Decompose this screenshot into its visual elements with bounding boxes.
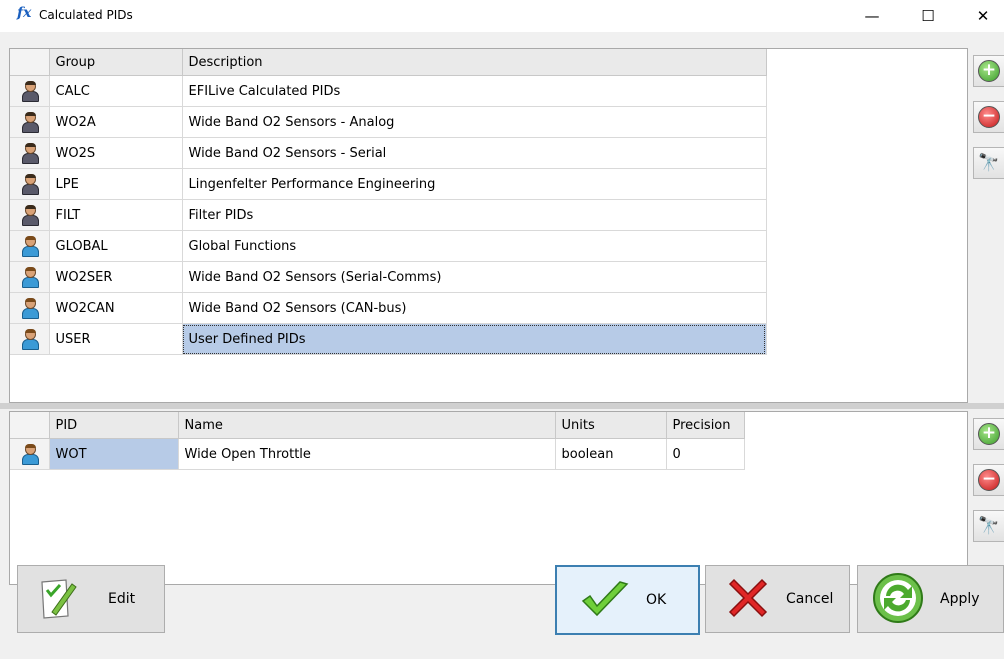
pids-header-row: PID Name Units Precision: [10, 412, 745, 439]
description-cell[interactable]: Lingenfelter Performance Engineering: [182, 168, 767, 200]
column-header-name[interactable]: Name: [178, 412, 556, 439]
description-cell[interactable]: Wide Band O2 Sensors (CAN-bus): [182, 292, 767, 324]
window-title: Calculated PIDs: [39, 8, 133, 22]
splitter[interactable]: [0, 403, 1004, 409]
system-user-icon: [21, 143, 40, 164]
minimize-button[interactable]: —: [849, 0, 895, 32]
remove-group-button[interactable]: −: [973, 101, 1004, 133]
remove-pid-button[interactable]: −: [973, 464, 1004, 496]
apply-label: Apply: [940, 591, 980, 607]
row-indicator[interactable]: [10, 106, 50, 138]
table-row[interactable]: FILT Filter PIDs: [10, 199, 767, 231]
description-cell[interactable]: EFILive Calculated PIDs: [182, 75, 767, 107]
system-user-icon: [21, 81, 40, 102]
row-indicator-header: [10, 412, 50, 439]
table-row[interactable]: CALC EFILive Calculated PIDs: [10, 75, 767, 107]
group-cell[interactable]: CALC: [49, 75, 183, 107]
check-icon: [581, 581, 629, 617]
groups-panel: Group Description CALC EFILive Calculate…: [9, 48, 968, 403]
description-cell-selected[interactable]: User Defined PIDs: [182, 323, 767, 355]
row-indicator[interactable]: [10, 261, 50, 293]
row-indicator[interactable]: [10, 199, 50, 231]
ok-label: OK: [646, 592, 667, 608]
row-indicator[interactable]: [10, 323, 50, 355]
system-user-icon: [21, 205, 40, 226]
system-user-icon: [21, 112, 40, 133]
column-header-units[interactable]: Units: [555, 412, 667, 439]
row-indicator[interactable]: [10, 438, 50, 470]
refresh-icon: [873, 573, 923, 623]
row-indicator[interactable]: [10, 230, 50, 262]
edit-label: Edit: [108, 591, 136, 607]
user-icon: [21, 298, 40, 319]
edit-icon: [41, 579, 77, 619]
pid-cell[interactable]: WOT: [49, 438, 179, 470]
cancel-icon: [728, 578, 768, 618]
table-row-selected[interactable]: USER User Defined PIDs: [10, 323, 767, 355]
table-row[interactable]: WO2A Wide Band O2 Sensors - Analog: [10, 106, 767, 138]
groups-table: Group Description CALC EFILive Calculate…: [10, 49, 767, 355]
find-pid-button[interactable]: 🔭: [973, 510, 1004, 542]
binoculars-icon: 🔭: [978, 516, 1000, 536]
column-header-pid[interactable]: PID: [49, 412, 179, 439]
add-icon: +: [978, 60, 1000, 82]
table-row[interactable]: LPE Lingenfelter Performance Engineering: [10, 168, 767, 200]
column-header-group[interactable]: Group: [49, 49, 183, 76]
table-row[interactable]: WO2SER Wide Band O2 Sensors (Serial-Comm…: [10, 261, 767, 293]
table-row[interactable]: WO2S Wide Band O2 Sensors - Serial: [10, 137, 767, 169]
binoculars-icon: 🔭: [978, 153, 1000, 173]
pids-table: PID Name Units Precision WOT Wide Open T…: [10, 412, 745, 470]
row-indicator[interactable]: [10, 137, 50, 169]
system-user-icon: [21, 174, 40, 195]
user-icon: [21, 329, 40, 350]
user-icon: [21, 236, 40, 257]
description-cell[interactable]: Wide Band O2 Sensors - Serial: [182, 137, 767, 169]
apply-button[interactable]: Apply: [857, 565, 1004, 633]
pids-panel: PID Name Units Precision WOT Wide Open T…: [9, 411, 968, 585]
description-cell[interactable]: Global Functions: [182, 230, 767, 262]
groups-header-row: Group Description: [10, 49, 767, 76]
group-cell[interactable]: WO2SER: [49, 261, 183, 293]
table-row[interactable]: WO2CAN Wide Band O2 Sensors (CAN-bus): [10, 292, 767, 324]
units-cell[interactable]: boolean: [555, 438, 667, 470]
precision-cell[interactable]: 0: [666, 438, 745, 470]
user-icon: [21, 267, 40, 288]
add-group-button[interactable]: +: [973, 55, 1004, 87]
description-cell[interactable]: Wide Band O2 Sensors - Analog: [182, 106, 767, 138]
group-cell[interactable]: GLOBAL: [49, 230, 183, 262]
add-pid-button[interactable]: +: [973, 418, 1004, 450]
group-cell[interactable]: FILT: [49, 199, 183, 231]
find-group-button[interactable]: 🔭: [973, 147, 1004, 179]
row-indicator[interactable]: [10, 75, 50, 107]
column-header-description[interactable]: Description: [182, 49, 767, 76]
edit-button[interactable]: Edit: [17, 565, 165, 633]
remove-icon: −: [978, 106, 1000, 128]
table-row[interactable]: GLOBAL Global Functions: [10, 230, 767, 262]
description-cell[interactable]: Wide Band O2 Sensors (Serial-Comms): [182, 261, 767, 293]
cancel-button[interactable]: Cancel: [705, 565, 850, 633]
description-cell[interactable]: Filter PIDs: [182, 199, 767, 231]
group-cell[interactable]: WO2A: [49, 106, 183, 138]
ok-button[interactable]: OK: [555, 565, 700, 635]
close-button[interactable]: ✕: [960, 0, 1004, 32]
table-row[interactable]: WOT Wide Open Throttle boolean 0: [10, 438, 745, 470]
row-indicator[interactable]: [10, 168, 50, 200]
row-indicator[interactable]: [10, 292, 50, 324]
maximize-button[interactable]: ☐: [905, 0, 951, 32]
remove-icon: −: [978, 469, 1000, 491]
group-cell[interactable]: WO2S: [49, 137, 183, 169]
fx-icon: fx: [17, 5, 32, 21]
row-indicator-header: [10, 49, 50, 76]
group-cell[interactable]: USER: [49, 323, 183, 355]
group-cell[interactable]: WO2CAN: [49, 292, 183, 324]
cancel-label: Cancel: [786, 591, 834, 607]
add-icon: +: [978, 423, 1000, 445]
column-header-precision[interactable]: Precision: [666, 412, 745, 439]
title-bar: fx Calculated PIDs — ☐ ✕: [0, 0, 1004, 32]
group-cell[interactable]: LPE: [49, 168, 183, 200]
user-icon: [21, 444, 40, 465]
name-cell[interactable]: Wide Open Throttle: [178, 438, 556, 470]
